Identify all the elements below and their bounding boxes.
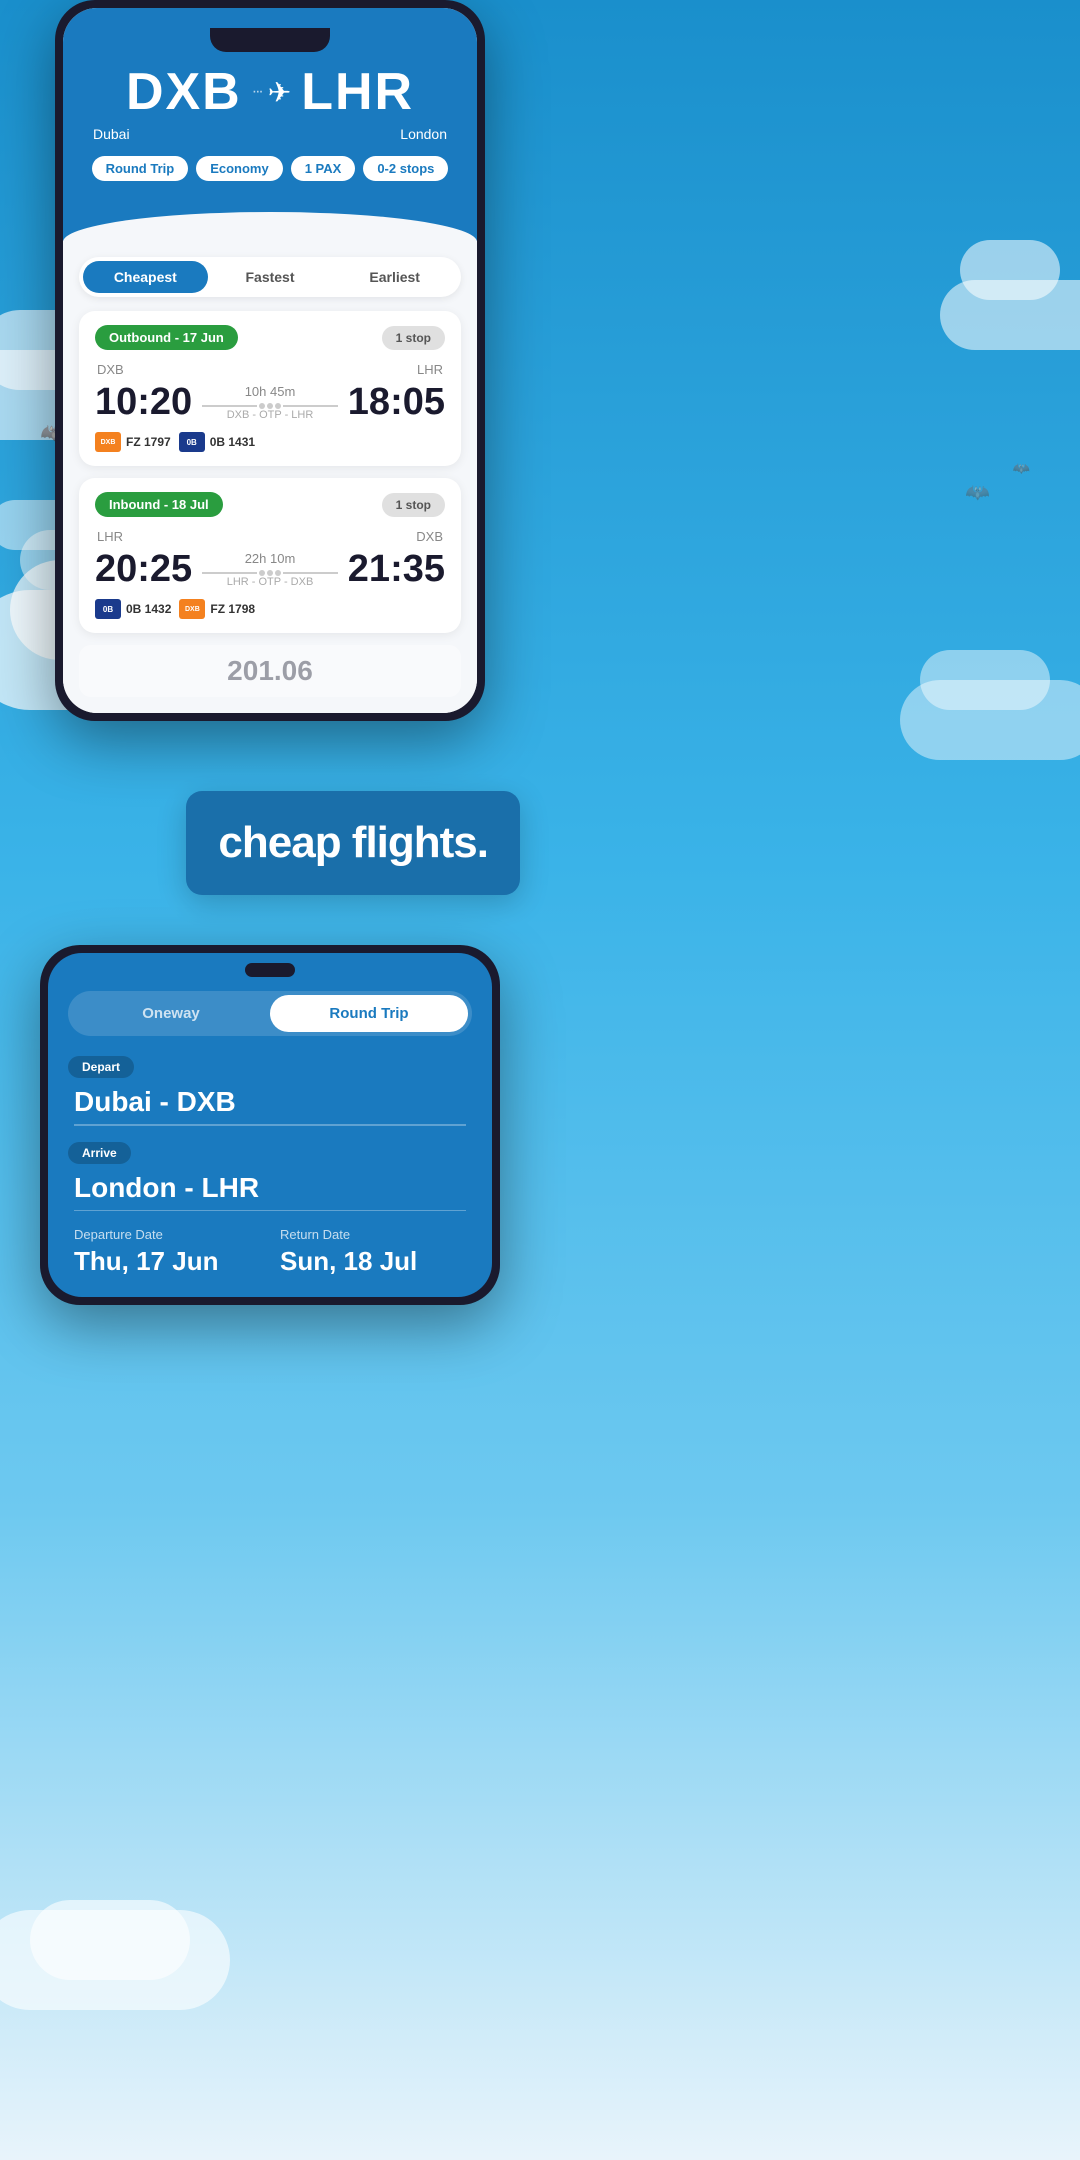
inbound-card[interactable]: Inbound - 18 Jul 1 stop LHR DXB 20:25 22…	[79, 478, 461, 633]
sort-tab-fastest[interactable]: Fastest	[208, 261, 333, 293]
arrive-value[interactable]: London - LHR	[68, 1172, 472, 1204]
trip-option-oneway[interactable]: Oneway	[72, 995, 270, 1032]
inbound-airline-2-flight: FZ 1798	[210, 602, 255, 616]
trip-toggle[interactable]: Oneway Round Trip	[68, 991, 472, 1036]
airline-1: DXB FZ 1797	[95, 432, 171, 452]
airline-2-flight: 0B 1431	[210, 435, 255, 449]
inbound-duration-block: 22h 10m LHR - OTP - DXB	[192, 551, 348, 588]
price-peek: 201.06	[79, 645, 461, 697]
inbound-dest: DXB	[416, 529, 443, 544]
outbound-duration-block: 10h 45m DXB - OTP - LHR	[192, 384, 348, 421]
notch-pill	[245, 963, 295, 977]
dest-code: LHR	[301, 62, 414, 122]
trip-type-pill[interactable]: Round Trip	[92, 156, 189, 181]
return-date-value: Sun, 18 Jul	[280, 1246, 466, 1277]
cheap-flights-headline: cheap flights.	[218, 818, 488, 867]
outbound-dest: LHR	[417, 362, 443, 377]
inbound-airline-2: DXB FZ 1798	[179, 599, 255, 619]
sort-tab-earliest[interactable]: Earliest	[332, 261, 457, 293]
outbound-origin: DXB	[97, 362, 124, 377]
outbound-airlines: DXB FZ 1797 0B 0B 1431	[95, 432, 445, 452]
airline-2: 0B 0B 1431	[179, 432, 255, 452]
trip-option-roundtrip[interactable]: Round Trip	[270, 995, 468, 1032]
inbound-airline-1-flight: 0B 1432	[126, 602, 171, 616]
dest-city: London	[400, 126, 447, 142]
outbound-card[interactable]: Outbound - 17 Jun 1 stop DXB LHR 10:20 1…	[79, 311, 461, 466]
outbound-route: DXB - OTP - LHR	[202, 409, 338, 421]
sort-tab-cheapest[interactable]: Cheapest	[83, 261, 208, 293]
outbound-arr-time: 18:05	[348, 381, 445, 424]
search-form: Depart Dubai - DXB Arrive London - LHR D…	[48, 1056, 492, 1297]
outbound-badge: Outbound - 17 Jun	[95, 325, 238, 350]
inbound-arr-time: 21:35	[348, 548, 445, 591]
airline-2-logo: 0B	[179, 432, 205, 452]
return-date-field[interactable]: Return Date Sun, 18 Jul	[280, 1227, 466, 1277]
depart-divider	[74, 1124, 466, 1126]
phone-2-notch-area	[48, 953, 492, 983]
departure-date-label: Departure Date	[74, 1227, 260, 1242]
inbound-airline-2-logo: DXB	[179, 599, 205, 619]
origin-city: Dubai	[93, 126, 130, 142]
inbound-airline-1: 0B 0B 1432	[95, 599, 171, 619]
arrive-label: Arrive	[68, 1142, 131, 1164]
airline-1-logo: DXB	[95, 432, 121, 452]
dates-row: Departure Date Thu, 17 Jun Return Date S…	[68, 1227, 472, 1277]
outbound-duration: 10h 45m	[202, 384, 338, 399]
sort-tabs: Cheapest Fastest Earliest	[79, 257, 461, 297]
inbound-airlines: 0B 0B 1432 DXB FZ 1798	[95, 599, 445, 619]
inbound-route: LHR - OTP - DXB	[202, 576, 338, 588]
plane-icon: ··· ✈	[252, 76, 291, 109]
inbound-duration: 22h 10m	[202, 551, 338, 566]
phone-notch	[210, 28, 330, 52]
inbound-airline-1-logo: 0B	[95, 599, 121, 619]
inbound-origin: LHR	[97, 529, 123, 544]
cabin-pill[interactable]: Economy	[196, 156, 283, 181]
departure-date-value: Thu, 17 Jun	[74, 1246, 260, 1277]
middle-section: cheap flights.	[0, 721, 540, 945]
arrive-divider	[74, 1210, 466, 1212]
return-date-label: Return Date	[280, 1227, 466, 1242]
inbound-dep-time: 20:25	[95, 548, 192, 591]
cheap-flights-box: cheap flights.	[186, 791, 520, 895]
outbound-stop-badge: 1 stop	[382, 326, 445, 350]
inbound-stop-badge: 1 stop	[382, 493, 445, 517]
phone-2: Oneway Round Trip Depart Dubai - DXB Arr…	[40, 945, 500, 1305]
outbound-dep-time: 10:20	[95, 381, 192, 424]
depart-label: Depart	[68, 1056, 134, 1078]
origin-code: DXB	[126, 62, 242, 122]
departure-date-field[interactable]: Departure Date Thu, 17 Jun	[74, 1227, 260, 1277]
stops-pill[interactable]: 0-2 stops	[363, 156, 448, 181]
depart-value[interactable]: Dubai - DXB	[68, 1086, 472, 1118]
phone-1: DXB ··· ✈ LHR Dubai London Round Trip Ec…	[55, 0, 485, 721]
flight-route: DXB ··· ✈ LHR	[83, 62, 457, 122]
airline-1-flight: FZ 1797	[126, 435, 171, 449]
pax-pill[interactable]: 1 PAX	[291, 156, 356, 181]
inbound-badge: Inbound - 18 Jul	[95, 492, 223, 517]
filter-pills: Round Trip Economy 1 PAX 0-2 stops	[83, 156, 457, 181]
